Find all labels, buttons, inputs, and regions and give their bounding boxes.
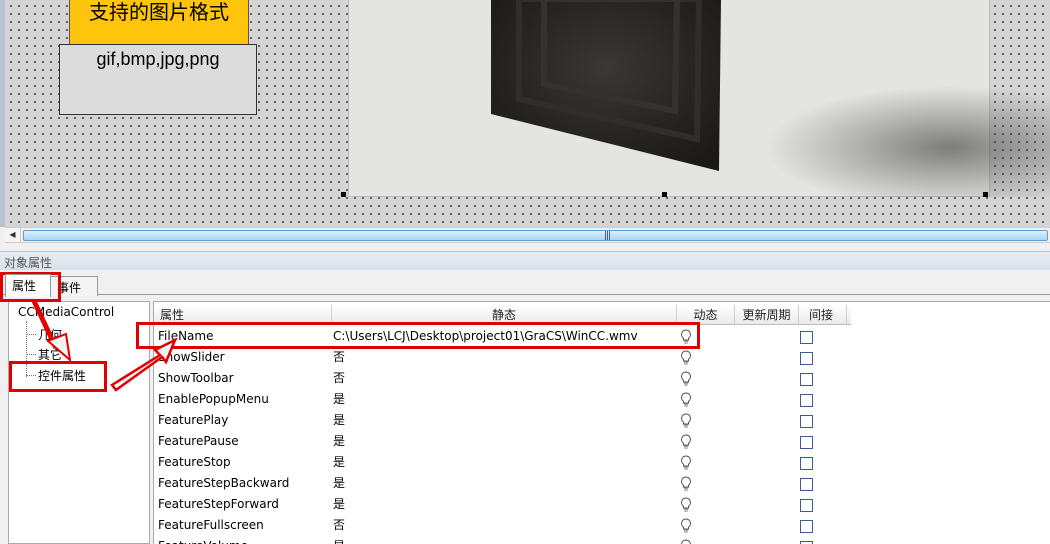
indirect-checkbox[interactable] (800, 331, 813, 344)
scrollbar-thumb[interactable]: ||| (23, 230, 1048, 241)
resize-handle[interactable] (983, 192, 988, 197)
property-static-value[interactable]: 是 (333, 431, 345, 452)
table-row[interactable]: FeatureStop 是 (154, 452, 851, 473)
property-name: FeatureVolume (158, 536, 248, 544)
property-static-value[interactable]: 否 (333, 515, 345, 536)
property-name: EnablePopupMenu (158, 392, 269, 406)
indirect-checkbox[interactable] (800, 436, 813, 449)
highlight-control-properties (9, 361, 107, 392)
image-format-label[interactable]: 支持的图片格式 (69, 0, 249, 46)
scroll-left-icon[interactable]: ◀ (5, 228, 21, 242)
table-row[interactable]: ShowToolbar 否 (154, 368, 851, 389)
tab-strip: 属性 事件 (0, 271, 1050, 297)
highlight-filename-row (136, 322, 700, 349)
property-static-value[interactable]: 否 (333, 347, 345, 368)
property-static-value[interactable]: 是 (333, 494, 345, 515)
resize-handle[interactable] (341, 192, 346, 197)
indirect-checkbox[interactable] (800, 520, 813, 533)
property-name: ShowSlider (158, 350, 225, 364)
property-name: FeaturePlay (158, 413, 229, 427)
tree-root[interactable]: CCMediaControl (18, 305, 114, 319)
horizontal-scrollbar[interactable]: ◀ ||| (5, 227, 1050, 243)
tree-connector (26, 334, 36, 335)
lightbulb-icon[interactable] (680, 371, 692, 387)
lightbulb-icon[interactable] (680, 392, 692, 408)
table-row[interactable]: FeaturePause 是 (154, 431, 851, 452)
indirect-checkbox[interactable] (800, 352, 813, 365)
table-row[interactable]: ShowSlider 否 (154, 347, 851, 368)
tree-connector (26, 354, 36, 355)
lightbulb-icon[interactable] (680, 350, 692, 366)
lightbulb-icon[interactable] (680, 434, 692, 450)
property-static-value[interactable]: 是 (333, 536, 345, 544)
indirect-checkbox[interactable] (800, 394, 813, 407)
lightbulb-icon[interactable] (680, 539, 692, 544)
lightbulb-icon[interactable] (680, 455, 692, 471)
table-row[interactable]: FeaturePlay 是 (154, 410, 851, 431)
image-format-list-box[interactable]: gif,bmp,jpg,png (59, 44, 257, 115)
media-control-object[interactable] (348, 0, 1050, 197)
property-static-value[interactable]: 是 (333, 452, 345, 473)
lightbulb-icon[interactable] (680, 497, 692, 513)
preview-image (491, 0, 721, 171)
header-update-cycle[interactable]: 更新周期 (735, 305, 799, 325)
table-row[interactable]: EnablePopupMenu 是 (154, 389, 851, 410)
grip-icon: ||| (604, 231, 611, 241)
property-name: ShowToolbar (158, 371, 234, 385)
resize-handle[interactable] (662, 192, 667, 197)
property-static-value[interactable]: 是 (333, 410, 345, 431)
lightbulb-icon[interactable] (680, 518, 692, 534)
design-canvas[interactable]: 支持的图片格式 gif,bmp,jpg,png (0, 0, 1050, 227)
tree-item-geometry[interactable]: 几何 (38, 326, 62, 343)
property-name: FeatureStepBackward (158, 476, 290, 490)
tab-properties[interactable]: 属性 (5, 274, 51, 297)
lightbulb-icon[interactable] (680, 476, 692, 492)
indirect-checkbox[interactable] (800, 499, 813, 512)
property-name: FeatureStepForward (158, 497, 279, 511)
property-name: FeaturePause (158, 434, 239, 448)
indirect-checkbox[interactable] (800, 478, 813, 491)
table-row[interactable]: FeatureVolume 是 (154, 536, 851, 544)
indirect-checkbox[interactable] (800, 457, 813, 470)
property-name: FeatureStop (158, 455, 231, 469)
table-row[interactable]: FeatureStepForward 是 (154, 494, 851, 515)
property-static-value[interactable]: 是 (333, 473, 345, 494)
table-row[interactable]: FeatureStepBackward 是 (154, 473, 851, 494)
header-indirect[interactable]: 间接 (799, 305, 847, 325)
property-name: FeatureFullscreen (158, 518, 264, 532)
indirect-checkbox[interactable] (800, 415, 813, 428)
indirect-checkbox[interactable] (800, 373, 813, 386)
panel-title: 对象属性 (0, 251, 1050, 270)
property-static-value[interactable]: 否 (333, 368, 345, 389)
lightbulb-icon[interactable] (680, 413, 692, 429)
table-row[interactable]: FeatureFullscreen 否 (154, 515, 851, 536)
property-static-value[interactable]: 是 (333, 389, 345, 410)
object-tree[interactable]: CCMediaControl 几何 其它 控件属性 (8, 301, 150, 544)
